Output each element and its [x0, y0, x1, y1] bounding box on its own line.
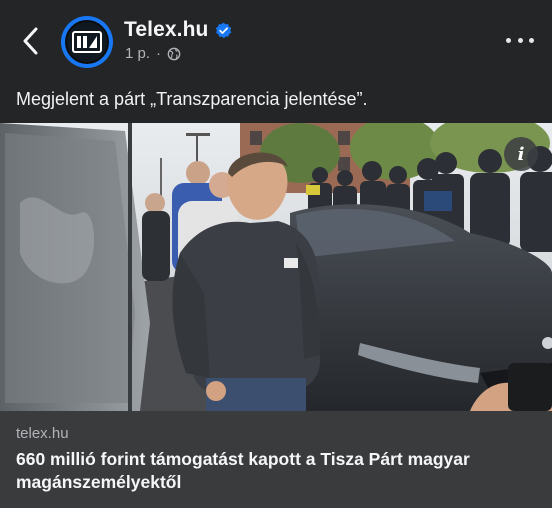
more-horizontal-icon — [506, 37, 511, 43]
more-horizontal-icon — [517, 37, 523, 43]
page-name-row: Telex.hu — [124, 18, 232, 42]
chevron-left-icon — [23, 27, 38, 55]
telex-logo-icon — [65, 20, 109, 64]
more-options-button[interactable] — [506, 30, 534, 50]
link-domain: telex.hu — [16, 425, 69, 442]
post-timestamp[interactable]: 1 p. — [125, 45, 150, 62]
post-meta: 1 p. · — [125, 45, 181, 62]
info-button[interactable]: i — [504, 137, 538, 171]
link-title[interactable]: 660 millió forint támogatást kapott a Ti… — [16, 448, 540, 494]
verified-badge-icon — [216, 22, 232, 38]
post-header: Telex.hu 1 p. · — [0, 0, 552, 84]
meta-separator: · — [156, 45, 162, 62]
photo-illustration — [0, 123, 552, 411]
avatar[interactable] — [61, 16, 113, 68]
info-icon: i — [517, 143, 525, 165]
post-text: Megjelent a párt „Transzparencia jelenté… — [16, 89, 368, 109]
back-button[interactable] — [14, 24, 48, 58]
post-photo[interactable]: i — [0, 123, 552, 411]
link-preview-card[interactable]: telex.hu 660 millió forint támogatást ka… — [0, 411, 552, 508]
globe-icon — [167, 47, 181, 60]
page-name[interactable]: Telex.hu — [124, 18, 208, 42]
more-horizontal-icon — [529, 37, 534, 43]
